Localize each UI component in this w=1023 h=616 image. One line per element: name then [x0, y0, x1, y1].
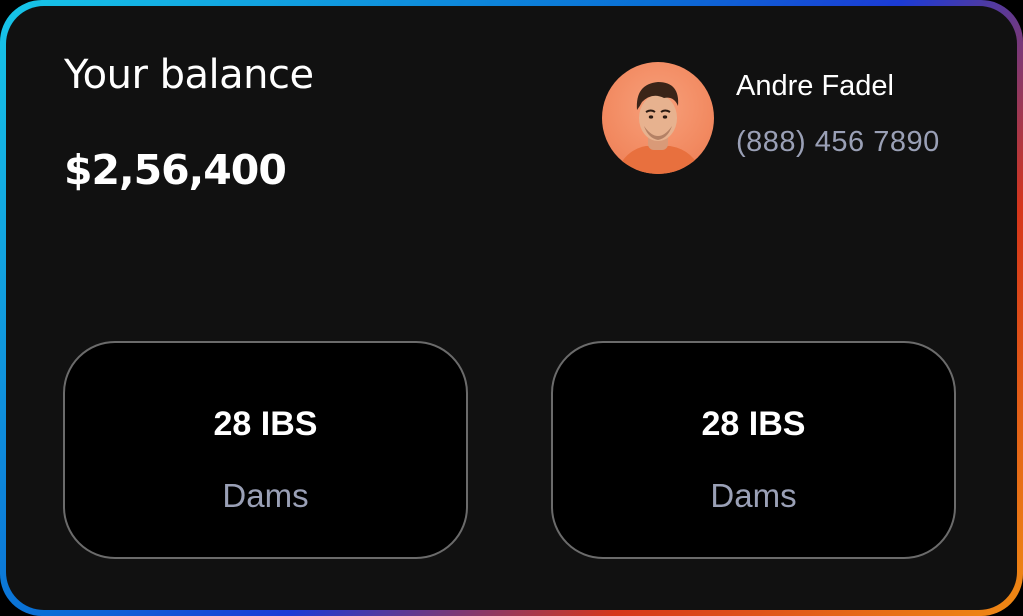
stat-label: Dams — [222, 477, 309, 514]
user-name: Andre Fadel — [736, 70, 894, 102]
stat-card[interactable]: 28 IBS Dams — [551, 341, 956, 559]
balance-card: Your balance $2,56,400 Andre Fadel (888)… — [6, 6, 1017, 610]
balance-amount: $2,56,400 — [64, 146, 287, 194]
stat-value: 28 IBS — [701, 405, 806, 443]
stat-card[interactable]: 28 IBS Dams — [63, 341, 468, 559]
user-avatar-icon — [616, 82, 702, 174]
avatar[interactable] — [602, 62, 714, 174]
stat-label: Dams — [710, 477, 797, 514]
stat-value: 28 IBS — [213, 405, 318, 443]
balance-title: Your balance — [64, 52, 314, 98]
user-phone: (888) 456 7890 — [736, 126, 940, 158]
balance-card-border: Your balance $2,56,400 Andre Fadel (888)… — [0, 0, 1023, 616]
